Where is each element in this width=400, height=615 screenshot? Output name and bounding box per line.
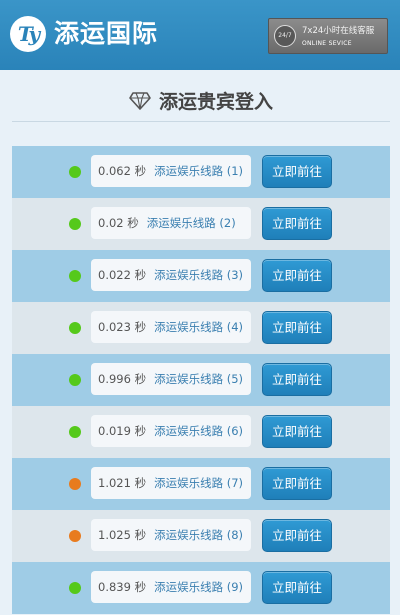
route-name: 添运娱乐线路 (8)	[154, 528, 244, 542]
route-name: 添运娱乐线路 (1)	[154, 164, 244, 178]
service-24-7-icon: 24/7	[274, 25, 296, 47]
go-now-button[interactable]: 立即前往	[262, 415, 332, 448]
go-now-button[interactable]: 立即前往	[262, 467, 332, 500]
route-latency: 0.023 秒	[98, 320, 147, 334]
route-name: 添运娱乐线路 (2)	[146, 216, 236, 230]
page-title-area: 添运贵宾登入	[12, 80, 390, 122]
go-now-button[interactable]: 立即前往	[262, 363, 332, 396]
status-dot-icon	[69, 166, 81, 178]
route-info: 0.839 秒添运娱乐线路 (9)	[91, 571, 251, 603]
online-service-button[interactable]: 24/7 7x24小时在线客服 ONLINE SEVICE	[268, 18, 388, 54]
route-name: 添运娱乐线路 (9)	[154, 580, 244, 594]
route-latency: 0.019 秒	[98, 424, 147, 438]
route-row: 0.996 秒添运娱乐线路 (5) 立即前往	[12, 354, 390, 406]
route-info: 0.02 秒添运娱乐线路 (2)	[91, 207, 251, 239]
route-name: 添运娱乐线路 (5)	[154, 372, 244, 386]
route-row: 0.022 秒添运娱乐线路 (3) 立即前往	[12, 250, 390, 302]
brand-name[interactable]: 添运国际	[54, 17, 158, 51]
route-name: 添运娱乐线路 (3)	[154, 268, 244, 282]
route-row: 0.02 秒添运娱乐线路 (2) 立即前往	[12, 198, 390, 250]
route-latency: 0.022 秒	[98, 268, 147, 282]
status-dot-icon	[69, 582, 81, 594]
status-dot-icon	[69, 374, 81, 386]
status-dot-icon	[69, 478, 81, 490]
route-info: 0.062 秒添运娱乐线路 (1)	[91, 155, 251, 187]
service-label: 7x24小时在线客服	[302, 26, 375, 36]
logo-glyph: Ty	[17, 22, 40, 46]
service-sublabel: ONLINE SEVICE	[302, 40, 352, 47]
route-list: 0.062 秒添运娱乐线路 (1) 立即前往 0.02 秒添运娱乐线路 (2) 立即前…	[12, 146, 390, 614]
route-row: 0.839 秒添运娱乐线路 (9) 立即前往	[12, 562, 390, 614]
route-row: 1.025 秒添运娱乐线路 (8) 立即前往	[12, 510, 390, 562]
route-name: 添运娱乐线路 (6)	[154, 424, 244, 438]
route-info: 0.023 秒添运娱乐线路 (4)	[91, 311, 251, 343]
route-row: 0.019 秒添运娱乐线路 (6) 立即前往	[12, 406, 390, 458]
go-now-button[interactable]: 立即前往	[262, 311, 332, 344]
route-latency: 0.839 秒	[98, 580, 147, 594]
go-now-button[interactable]: 立即前往	[262, 259, 332, 292]
route-latency: 0.996 秒	[98, 372, 147, 386]
go-now-button[interactable]: 立即前往	[262, 207, 332, 240]
route-latency: 0.02 秒	[98, 216, 139, 230]
header-bar: Ty 添运国际 24/7 7x24小时在线客服 ONLINE SEVICE	[0, 0, 400, 70]
route-latency: 1.025 秒	[98, 528, 147, 542]
logo-icon[interactable]: Ty	[10, 16, 46, 52]
go-now-button[interactable]: 立即前往	[262, 155, 332, 188]
diamond-icon	[129, 91, 151, 110]
route-info: 1.025 秒添运娱乐线路 (8)	[91, 519, 251, 551]
route-row: 0.062 秒添运娱乐线路 (1) 立即前往	[12, 146, 390, 198]
status-dot-icon	[69, 426, 81, 438]
page-title: 添运贵宾登入	[158, 91, 273, 113]
route-latency: 1.021 秒	[98, 476, 147, 490]
route-row: 0.023 秒添运娱乐线路 (4) 立即前往	[12, 302, 390, 354]
status-dot-icon	[69, 218, 81, 230]
route-info: 0.022 秒添运娱乐线路 (3)	[91, 259, 251, 291]
status-dot-icon	[69, 270, 81, 282]
go-now-button[interactable]: 立即前往	[262, 571, 332, 604]
go-now-button[interactable]: 立即前往	[262, 519, 332, 552]
route-row: 1.021 秒添运娱乐线路 (7) 立即前往	[12, 458, 390, 510]
route-name: 添运娱乐线路 (4)	[154, 320, 244, 334]
status-dot-icon	[69, 530, 81, 542]
route-info: 1.021 秒添运娱乐线路 (7)	[91, 467, 251, 499]
route-info: 0.019 秒添运娱乐线路 (6)	[91, 415, 251, 447]
route-latency: 0.062 秒	[98, 164, 147, 178]
status-dot-icon	[69, 322, 81, 334]
route-name: 添运娱乐线路 (7)	[154, 476, 244, 490]
route-info: 0.996 秒添运娱乐线路 (5)	[91, 363, 251, 395]
